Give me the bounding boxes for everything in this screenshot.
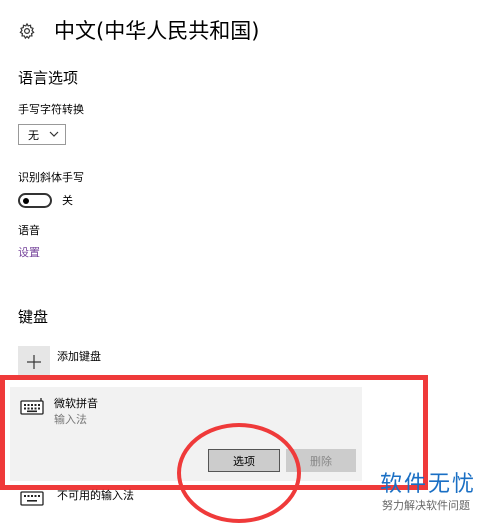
- unavailable-input-methods-label[interactable]: 不可用的输入法: [57, 488, 134, 504]
- dropdown-value: 无: [28, 128, 39, 142]
- annotation-circle: [177, 423, 301, 523]
- speech-settings-link[interactable]: 设置: [18, 245, 40, 261]
- italic-handwriting-toggle[interactable]: [18, 193, 52, 208]
- watermark-subtitle: 努力解决软件问题: [382, 499, 470, 512]
- gear-icon: [19, 22, 35, 40]
- keyboard-heading: 键盘: [18, 308, 49, 326]
- language-options-heading: 语言选项: [18, 69, 79, 87]
- add-keyboard-label[interactable]: 添加键盘: [57, 349, 101, 365]
- toggle-knob: [23, 197, 29, 204]
- plus-icon: [27, 355, 41, 369]
- page-title: 中文(中华人民共和国): [54, 19, 260, 43]
- handwriting-conversion-label: 手写字符转换: [18, 103, 84, 116]
- chevron-down-icon: [49, 131, 59, 137]
- italic-handwriting-label: 识别斜体手写: [18, 171, 84, 184]
- add-keyboard-button[interactable]: [18, 346, 50, 378]
- keyboard-icon: [20, 491, 44, 506]
- toggle-state-label: 关: [62, 194, 73, 207]
- speech-label: 语音: [18, 224, 40, 237]
- watermark-logo-text: 软件无忧: [380, 472, 477, 497]
- handwriting-conversion-dropdown[interactable]: 无: [18, 124, 66, 145]
